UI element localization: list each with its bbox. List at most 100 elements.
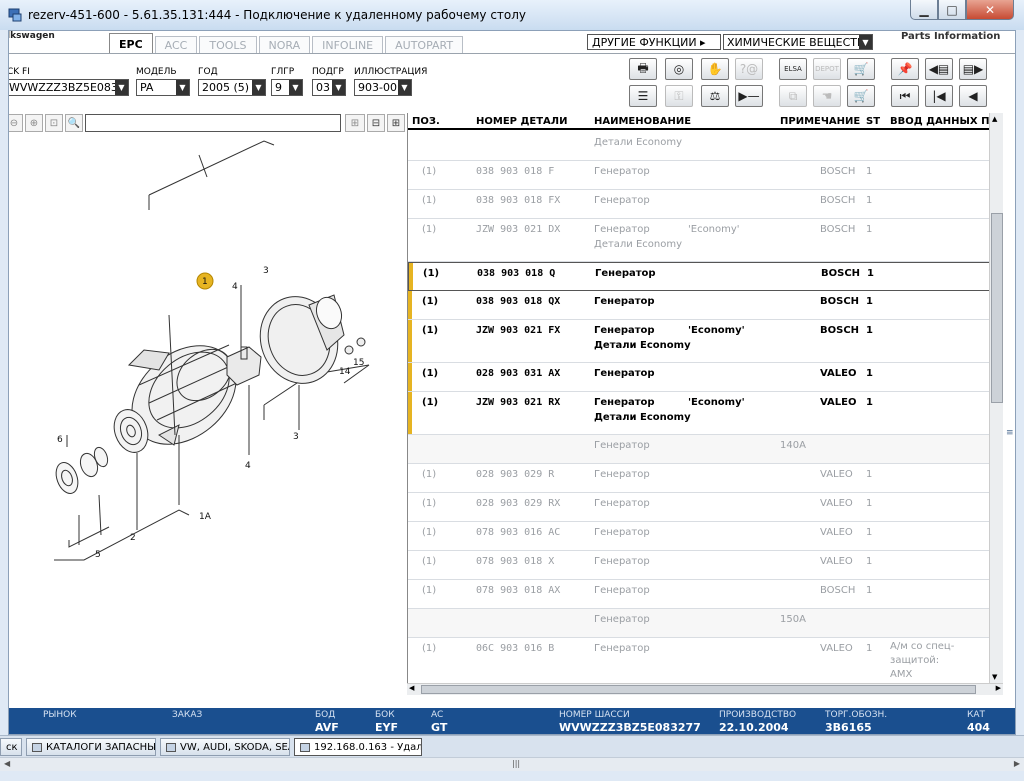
layout-button[interactable]: ⊟ bbox=[367, 114, 385, 132]
callout-4-bottom[interactable]: 4 bbox=[245, 461, 251, 471]
callout-5[interactable]: 5 bbox=[95, 550, 101, 560]
callout-2[interactable]: 2 bbox=[130, 533, 136, 543]
callout-15[interactable]: 15 bbox=[353, 358, 364, 368]
col-part-number[interactable]: НОМЕР ДЕТАЛИ bbox=[476, 116, 567, 127]
split-button[interactable]: ⊞ bbox=[387, 114, 405, 132]
first-button[interactable]: ⏮ bbox=[891, 85, 919, 107]
model-select[interactable]: PA ▼ bbox=[136, 79, 190, 96]
col-note[interactable]: ПРИМЕЧАНИЕ bbox=[780, 116, 860, 127]
table-row[interactable]: (1) 078 903 018 X Генератор VALEO 1 bbox=[408, 551, 989, 580]
tab-epc[interactable]: EPC bbox=[109, 33, 153, 54]
table-row[interactable]: (1) 028 903 031 AX Генератор VALEO 1 bbox=[408, 363, 989, 392]
chevron-down-icon[interactable]: ▼ bbox=[859, 35, 872, 49]
illustration-select[interactable]: 903-001 ▼ bbox=[354, 79, 412, 96]
chevron-down-icon[interactable]: ▼ bbox=[398, 80, 411, 95]
elsa-button[interactable]: ELSA bbox=[779, 58, 807, 80]
col-name[interactable]: НАИМЕНОВАНИЕ bbox=[594, 116, 691, 127]
table-row[interactable]: (1) 078 903 018 AX Генератор BOSCH 1 bbox=[408, 580, 989, 609]
horizontal-scroll-thumb[interactable] bbox=[421, 685, 976, 694]
callout-6[interactable]: 6 bbox=[57, 435, 63, 445]
vertical-scroll-thumb[interactable] bbox=[991, 213, 1003, 403]
table-row[interactable]: (1) 078 903 016 AC Генератор VALEO 1 bbox=[408, 522, 989, 551]
minimize-button[interactable]: ▁ bbox=[910, 0, 938, 20]
table-row[interactable]: (1) 06C 903 016 B Генератор VALEO 1 А/м со сп… bbox=[408, 638, 989, 683]
maximize-button[interactable]: □ bbox=[938, 0, 966, 20]
glgr-select[interactable]: 9 ▼ bbox=[271, 79, 303, 96]
callout-14[interactable]: 14 bbox=[339, 367, 351, 377]
table-row[interactable]: Генератор 150A bbox=[408, 609, 989, 638]
table-row[interactable]: (1) 038 903 018 FX Генератор BOSCH 1 bbox=[408, 190, 989, 219]
tab-autopart[interactable]: AUTOPART bbox=[385, 36, 464, 54]
table-row[interactable]: (1) 028 903 029 R Генератор VALEO 1 bbox=[408, 464, 989, 493]
task-vw[interactable]: VW, AUDI, SKODA, SEAT bbox=[160, 738, 290, 756]
grid-button[interactable]: ⊞ bbox=[345, 114, 365, 132]
search-button[interactable]: 🔍 bbox=[65, 114, 83, 132]
col-input[interactable]: ВВОД ДАННЫХ ПО bbox=[890, 116, 989, 127]
table-row[interactable]: Детали Economy bbox=[408, 132, 989, 161]
col-pos[interactable]: ПОЗ. bbox=[412, 116, 440, 127]
other-functions-button[interactable]: ДРУГИЕ ФУНКЦИИ ▸ bbox=[587, 34, 721, 50]
list-button[interactable]: ☰ bbox=[629, 85, 657, 107]
disc-button[interactable]: ◎ bbox=[665, 58, 693, 80]
table-row[interactable]: (1) JZW 903 021 RX Генератор 'Economy' VALEO… bbox=[408, 392, 989, 435]
task-remote[interactable]: 192.168.0.163 - Удал... bbox=[294, 738, 422, 756]
callout-4-top[interactable]: 4 bbox=[232, 282, 238, 292]
task-catalogs[interactable]: КАТАЛОГИ ЗАПАСНЫХ ... bbox=[26, 738, 156, 756]
horizontal-scrollbar[interactable]: ◀ ▶ bbox=[407, 683, 1003, 695]
search-input[interactable] bbox=[85, 114, 341, 132]
table-row[interactable]: (1) 038 903 018 Q Генератор BOSCH 1 bbox=[408, 262, 989, 291]
prev-button[interactable]: ◀ bbox=[959, 85, 987, 107]
cart-add-button[interactable]: 🛒 bbox=[847, 58, 875, 80]
pin-button[interactable]: 📌 bbox=[891, 58, 919, 80]
vin-select[interactable]: WVWZZZ3BZ5E083277 ▼ bbox=[9, 79, 129, 96]
zoom-fit-button[interactable]: ⊡ bbox=[45, 114, 63, 132]
chevron-down-icon[interactable]: ▼ bbox=[332, 80, 345, 95]
scroll-right-icon[interactable]: ▶ bbox=[996, 684, 1001, 692]
copy-button[interactable]: ⧉ bbox=[779, 85, 807, 107]
tab-tools[interactable]: TOOLS bbox=[199, 36, 257, 54]
chevron-down-icon[interactable]: ▼ bbox=[176, 80, 189, 95]
back-button[interactable]: |◀ bbox=[925, 85, 953, 107]
table-row[interactable]: (1) 028 903 029 RX Генератор VALEO 1 bbox=[408, 493, 989, 522]
prev-page-button[interactable]: ◀▤ bbox=[925, 58, 953, 80]
play-back-button[interactable]: ▶— bbox=[735, 85, 763, 107]
year-select[interactable]: 2005 (5) ▼ bbox=[198, 79, 266, 96]
table-row[interactable]: (1) 038 903 018 F Генератор BOSCH 1 bbox=[408, 161, 989, 190]
chemicals-select[interactable]: ХИМИЧЕСКИЕ ВЕЩЕСТВА ▼ bbox=[723, 34, 873, 50]
handshake-button[interactable]: ✋ bbox=[701, 58, 729, 80]
table-row[interactable]: (1) 038 903 018 QX Генератор BOSCH 1 bbox=[408, 291, 989, 320]
scroll-left-icon[interactable]: ◀ bbox=[409, 684, 414, 692]
email-button[interactable]: ?@ bbox=[735, 58, 763, 80]
chevron-down-icon[interactable]: ▼ bbox=[115, 80, 128, 95]
callout-1[interactable]: 1 bbox=[202, 277, 208, 287]
zoom-out-button[interactable]: ⊖ bbox=[9, 114, 23, 132]
print-button[interactable]: 🖶 bbox=[629, 58, 657, 80]
vertical-scrollbar[interactable]: ▲ ▼ bbox=[989, 113, 1003, 683]
scroll-right-icon[interactable]: ▶ bbox=[1014, 759, 1020, 768]
tab-infoline[interactable]: INFOLINE bbox=[312, 36, 384, 54]
scroll-left-icon[interactable]: ◀ bbox=[4, 759, 10, 768]
table-row[interactable]: (1) JZW 903 021 FX Генератор 'Economy' BOSCH… bbox=[408, 320, 989, 363]
callout-1a[interactable]: 1A bbox=[199, 512, 212, 522]
table-row[interactable]: Генератор 140A bbox=[408, 435, 989, 464]
callout-3-bottom[interactable]: 3 bbox=[293, 432, 299, 442]
outer-horizontal-scrollbar[interactable]: ◀ ||| ▶ bbox=[0, 757, 1024, 771]
cart-button[interactable]: 🛒 bbox=[847, 85, 875, 107]
scroll-down-icon[interactable]: ▼ bbox=[992, 673, 997, 681]
next-page-button[interactable]: ▤▶ bbox=[959, 58, 987, 80]
illustration-canvas[interactable]: 1 1A 2 3 3 4 4 5 6 14 15 bbox=[9, 135, 407, 680]
hand-button[interactable]: ☚ bbox=[813, 85, 841, 107]
tab-acc[interactable]: ACC bbox=[154, 36, 198, 54]
scroll-up-icon[interactable]: ▲ bbox=[992, 115, 997, 123]
podgr-select[interactable]: 03 ▼ bbox=[312, 79, 346, 96]
key-button[interactable]: ⚿ bbox=[665, 85, 693, 107]
depot-button[interactable]: DEPOT bbox=[813, 58, 841, 80]
col-st[interactable]: ST bbox=[866, 116, 880, 127]
tab-nora[interactable]: NORA bbox=[258, 36, 311, 54]
chevron-down-icon[interactable]: ▼ bbox=[252, 80, 265, 95]
callout-3-top[interactable]: 3 bbox=[263, 266, 269, 276]
table-row[interactable]: (1) JZW 903 021 DX Генератор 'Economy' BOSCH… bbox=[408, 219, 989, 262]
zoom-in-button[interactable]: ⊕ bbox=[25, 114, 43, 132]
vehicle-button[interactable]: ⚖ bbox=[701, 85, 729, 107]
close-button[interactable]: ✕ bbox=[966, 0, 1014, 20]
